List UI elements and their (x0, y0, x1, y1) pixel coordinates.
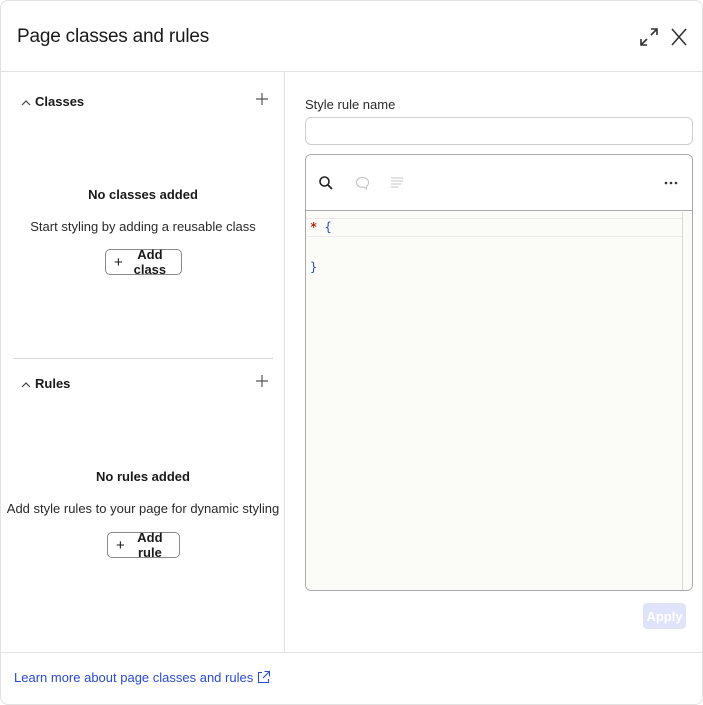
code-line-2: } (310, 260, 317, 274)
left-panel: Classes No classes added Start styling b… (1, 72, 285, 652)
rules-header-label: Rules (35, 376, 71, 391)
editor-scrollbar[interactable] (682, 212, 692, 590)
comment-icon[interactable] (354, 175, 370, 191)
code-editor[interactable]: * { } (305, 154, 693, 591)
css-selector: * (310, 220, 318, 234)
code-area[interactable]: * { } (306, 212, 692, 590)
close-icon[interactable] (667, 25, 691, 49)
style-rule-name-label: Style rule name (305, 97, 396, 112)
dialog-footer: Learn more about page classes and rules (1, 652, 702, 704)
apply-button[interactable]: Apply (643, 603, 686, 629)
right-panel: Style rule name * { } Apply (285, 72, 702, 652)
dialog-header: Page classes and rules (1, 1, 702, 72)
classes-empty-title: No classes added (88, 187, 198, 202)
chevron-up-icon[interactable] (21, 96, 31, 106)
classes-empty-desc: Start styling by adding a reusable class (30, 219, 256, 234)
rules-empty-desc: Add style rules to your page for dynamic… (6, 501, 280, 516)
classes-section-header[interactable]: Classes (13, 92, 273, 116)
add-rule-plus-icon[interactable] (255, 374, 269, 388)
classes-header-label: Classes (35, 94, 85, 109)
chevron-up-icon[interactable] (21, 378, 31, 388)
learn-more-label: Learn more about page classes and rules (14, 670, 254, 685)
add-class-button[interactable]: + Add class (105, 247, 182, 277)
add-rule-button[interactable]: + Add rule (107, 530, 180, 560)
code-line-1: * { (310, 220, 332, 234)
active-line-highlight (306, 218, 682, 237)
open-brace: { (324, 220, 332, 234)
plus-icon: + (116, 536, 125, 554)
editor-toolbar (306, 155, 692, 211)
close-brace: } (310, 260, 318, 274)
learn-more-link[interactable]: Learn more about page classes and rules (14, 670, 271, 685)
add-class-plus-icon[interactable] (255, 92, 269, 106)
more-icon[interactable] (662, 177, 680, 189)
format-icon[interactable] (389, 175, 405, 191)
rules-empty-title: No rules added (96, 469, 190, 484)
dialog-title: Page classes and rules (17, 26, 210, 47)
plus-icon: + (114, 253, 123, 271)
page-classes-dialog: Page classes and rules Classes No classe… (0, 0, 703, 705)
search-icon[interactable] (318, 175, 334, 191)
rules-section-header[interactable]: Rules (13, 374, 273, 398)
add-class-label: Add class (133, 247, 167, 277)
style-rule-name-input[interactable] (305, 117, 693, 145)
external-link-icon (256, 670, 271, 685)
add-rule-label: Add rule (137, 530, 163, 560)
section-divider (13, 358, 273, 359)
expand-icon[interactable] (637, 25, 661, 49)
